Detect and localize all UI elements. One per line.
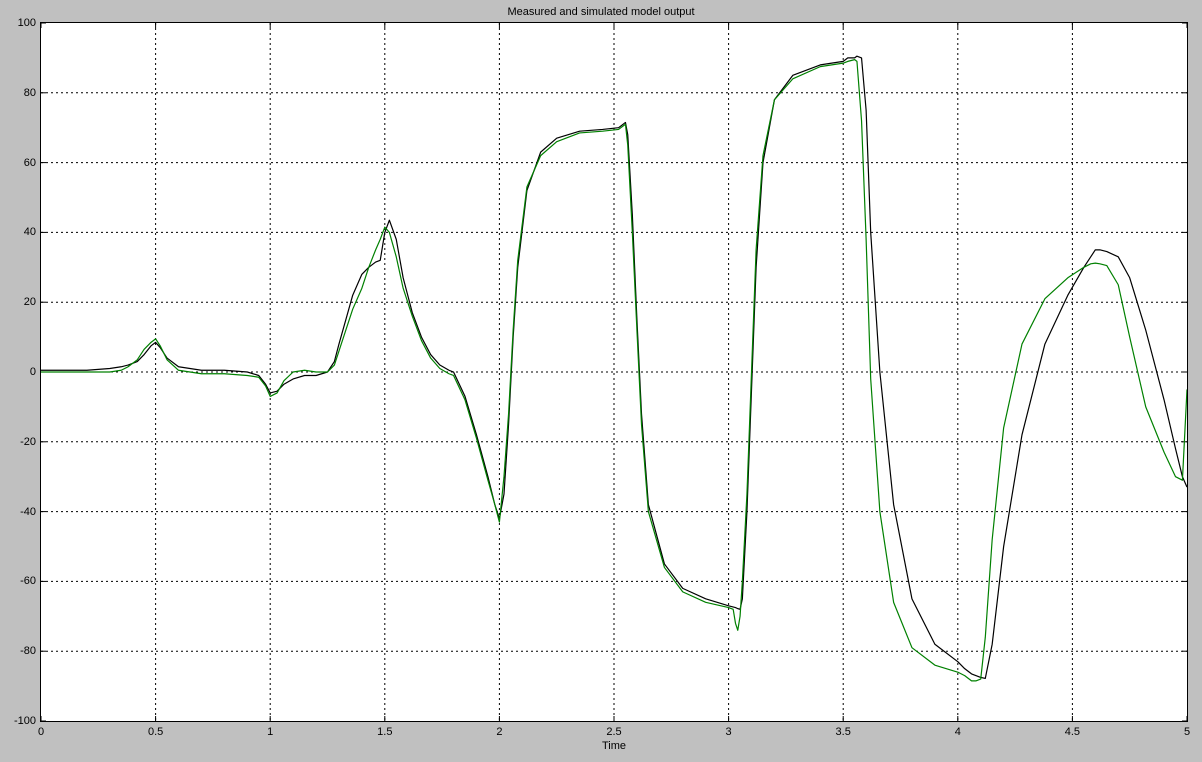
ytick-label: -60 <box>8 575 36 587</box>
x-axis-label: Time <box>40 740 1188 752</box>
xtick-label: 1.5 <box>377 726 392 738</box>
ytick-label: 80 <box>8 87 36 99</box>
chart-title: Measured and simulated model output <box>0 6 1202 18</box>
xtick-label: 0.5 <box>148 726 163 738</box>
xtick-label: 5 <box>1184 726 1190 738</box>
ytick-label: 0 <box>8 366 36 378</box>
ytick-label: 60 <box>8 157 36 169</box>
xtick-label: 2 <box>496 726 502 738</box>
ytick-label: 20 <box>8 296 36 308</box>
chart-axes[interactable] <box>40 22 1188 722</box>
plot-canvas <box>41 23 1187 721</box>
xtick-label: 0 <box>38 726 44 738</box>
xtick-label: 2.5 <box>606 726 621 738</box>
ytick-label: -100 <box>8 715 36 727</box>
xtick-label: 3 <box>726 726 732 738</box>
xtick-label: 1 <box>267 726 273 738</box>
xtick-label: 4.5 <box>1065 726 1080 738</box>
ytick-label: -80 <box>8 645 36 657</box>
ytick-label: 40 <box>8 226 36 238</box>
ytick-label: -40 <box>8 506 36 518</box>
ytick-label: 100 <box>8 17 36 29</box>
matlab-figure: Measured and simulated model output Time… <box>0 0 1202 762</box>
ytick-label: -20 <box>8 436 36 448</box>
xtick-label: 3.5 <box>836 726 851 738</box>
xtick-label: 4 <box>955 726 961 738</box>
